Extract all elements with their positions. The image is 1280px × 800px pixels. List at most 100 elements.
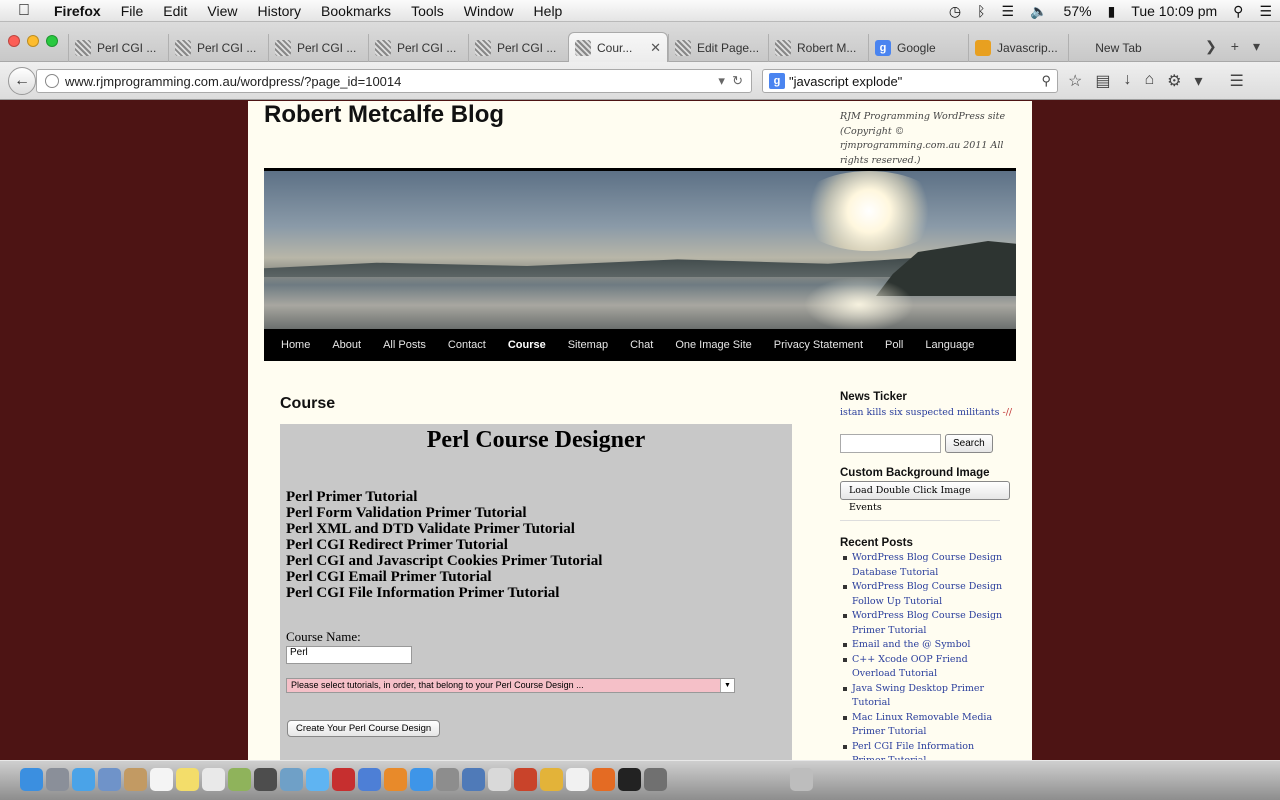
tab-robert-m[interactable]: Robert M... bbox=[768, 34, 868, 62]
bookmark-star-icon[interactable]: ☆ bbox=[1068, 71, 1082, 91]
new-tab-plus-icon[interactable]: + bbox=[1231, 38, 1239, 55]
messages-icon[interactable] bbox=[306, 768, 329, 791]
news-ticker[interactable]: istan kills six suspected militants -// bbox=[840, 407, 1012, 418]
trash-icon[interactable] bbox=[790, 768, 813, 791]
recent-post-link[interactable]: Perl CGI File Information Primer Tutoria… bbox=[840, 740, 1010, 760]
close-window-icon[interactable] bbox=[8, 35, 20, 47]
filezilla-icon[interactable] bbox=[514, 768, 537, 791]
nav-one-image-site[interactable]: One Image Site bbox=[675, 339, 751, 351]
clock[interactable]: Tue 10:09 pm bbox=[1131, 3, 1217, 19]
scroll-tabs-right-icon[interactable]: ❯ bbox=[1205, 38, 1217, 55]
recent-post-link[interactable]: C++ Xcode OOP Friend Overload Tutorial bbox=[840, 653, 1010, 682]
reload-icon[interactable]: ▾ ↻ bbox=[718, 73, 743, 89]
tab-javascript[interactable]: Javascrip... bbox=[968, 34, 1068, 62]
time-machine-icon[interactable]: ◷ bbox=[949, 3, 961, 20]
bookmarks-list-icon[interactable]: ▤ bbox=[1095, 71, 1110, 91]
tutorial-select[interactable]: Please select tutorials, in order, that … bbox=[286, 678, 735, 693]
recent-post-link[interactable]: Email and the @ Symbol bbox=[840, 638, 1010, 653]
addon-icon[interactable]: ⚙ bbox=[1167, 71, 1181, 91]
apple-icon[interactable]:  bbox=[18, 2, 40, 20]
recent-post-link[interactable]: Java Swing Desktop Primer Tutorial bbox=[840, 682, 1010, 711]
nav-all-posts[interactable]: All Posts bbox=[383, 339, 426, 351]
menu-edit[interactable]: Edit bbox=[163, 3, 187, 19]
search-icon[interactable]: ⚲ bbox=[1041, 73, 1051, 89]
url-bar[interactable]: www.rjmprogramming.com.au/wordpress/?pag… bbox=[36, 69, 752, 93]
search-text[interactable]: "javascript explode" bbox=[789, 74, 902, 89]
tab-perl-cgi-5[interactable]: Perl CGI ... bbox=[468, 34, 568, 62]
load-double-click-button[interactable]: Load Double Click Image Events bbox=[840, 481, 1010, 513]
chrome-icon[interactable] bbox=[540, 768, 563, 791]
nav-home[interactable]: Home bbox=[281, 339, 310, 351]
nav-about[interactable]: About bbox=[332, 339, 361, 351]
dropdown-arrow-icon[interactable]: ▼ bbox=[720, 679, 734, 692]
contacts-icon[interactable] bbox=[124, 768, 147, 791]
terminal-icon[interactable] bbox=[618, 768, 641, 791]
tab-edit-page[interactable]: Edit Page... bbox=[668, 34, 768, 62]
photos-icon[interactable] bbox=[228, 768, 251, 791]
hamburger-menu-icon[interactable]: ☰ bbox=[1230, 71, 1244, 91]
textwrangler-icon[interactable] bbox=[488, 768, 511, 791]
back-button[interactable]: ← bbox=[8, 67, 36, 95]
home-icon[interactable]: ⌂ bbox=[1144, 71, 1154, 91]
safari-icon[interactable] bbox=[72, 768, 95, 791]
system-preferences-icon[interactable] bbox=[436, 768, 459, 791]
addon-dropdown-icon[interactable]: ▾ bbox=[1194, 71, 1202, 91]
tab-course-active[interactable]: Cour... ✕ bbox=[568, 32, 668, 62]
menu-view[interactable]: View bbox=[207, 3, 237, 19]
menu-file[interactable]: File bbox=[121, 3, 144, 19]
recent-post-link[interactable]: WordPress Blog Course Design Follow Up T… bbox=[840, 580, 1010, 609]
menu-history[interactable]: History bbox=[257, 3, 301, 19]
zoom-window-icon[interactable] bbox=[46, 35, 58, 47]
battery-percent[interactable]: 57% bbox=[1064, 3, 1092, 19]
nav-sitemap[interactable]: Sitemap bbox=[568, 339, 608, 351]
facetime-icon[interactable] bbox=[254, 768, 277, 791]
menu-tools[interactable]: Tools bbox=[411, 3, 444, 19]
itunes-icon[interactable] bbox=[358, 768, 381, 791]
tab-perl-cgi-4[interactable]: Perl CGI ... bbox=[368, 34, 468, 62]
calendar-icon[interactable] bbox=[150, 768, 173, 791]
tab-perl-cgi-3[interactable]: Perl CGI ... bbox=[268, 34, 368, 62]
xcode-icon[interactable] bbox=[462, 768, 485, 791]
menu-help[interactable]: Help bbox=[534, 3, 563, 19]
menu-app-name[interactable]: Firefox bbox=[54, 3, 101, 19]
tab-new-tab[interactable]: New Tab bbox=[1068, 34, 1168, 62]
finder-icon[interactable] bbox=[20, 768, 43, 791]
document-icon[interactable] bbox=[566, 768, 589, 791]
reminders-icon[interactable] bbox=[202, 768, 225, 791]
close-tab-icon[interactable]: ✕ bbox=[650, 40, 661, 56]
notification-center-icon[interactable]: ☰ bbox=[1259, 3, 1272, 20]
wifi-icon[interactable]: ☰ bbox=[1002, 3, 1015, 20]
notes-icon[interactable] bbox=[176, 768, 199, 791]
spotlight-icon[interactable]: ⚲ bbox=[1233, 3, 1243, 20]
course-name-input[interactable]: Perl bbox=[286, 646, 412, 664]
bluetooth-icon[interactable]: ᛒ bbox=[977, 3, 985, 19]
menu-bookmarks[interactable]: Bookmarks bbox=[321, 3, 391, 19]
url-text[interactable]: www.rjmprogramming.com.au/wordpress/?pag… bbox=[65, 74, 401, 89]
search-bar[interactable]: g "javascript explode" ⚲ bbox=[762, 69, 1058, 93]
preview-icon[interactable] bbox=[280, 768, 303, 791]
nav-contact[interactable]: Contact bbox=[448, 339, 486, 351]
news-ticker-text[interactable]: istan kills six suspected militants bbox=[840, 407, 999, 418]
downloads-icon[interactable]: ↓ bbox=[1123, 71, 1131, 91]
menu-window[interactable]: Window bbox=[464, 3, 514, 19]
app-store-icon[interactable] bbox=[410, 768, 433, 791]
activity-monitor-icon[interactable] bbox=[644, 768, 667, 791]
firefox-icon[interactable] bbox=[592, 768, 615, 791]
sidebar-search-input[interactable] bbox=[840, 434, 941, 453]
nav-course[interactable]: Course bbox=[508, 339, 546, 351]
photo-booth-icon[interactable] bbox=[332, 768, 355, 791]
nav-poll[interactable]: Poll bbox=[885, 339, 903, 351]
google-search-engine-icon[interactable]: g bbox=[769, 73, 785, 89]
create-course-design-button[interactable]: Create Your Perl Course Design bbox=[287, 720, 441, 737]
ibooks-icon[interactable] bbox=[384, 768, 407, 791]
site-title[interactable]: Robert Metcalfe Blog bbox=[264, 101, 504, 129]
launchpad-icon[interactable] bbox=[46, 768, 69, 791]
recent-post-link[interactable]: Mac Linux Removable Media Primer Tutoria… bbox=[840, 711, 1010, 740]
minimize-window-icon[interactable] bbox=[27, 35, 39, 47]
tab-perl-cgi-1[interactable]: Perl CGI ... bbox=[68, 34, 168, 62]
nav-language[interactable]: Language bbox=[925, 339, 974, 351]
list-all-tabs-icon[interactable]: ▾ bbox=[1253, 38, 1260, 55]
sidebar-search-button[interactable]: Search bbox=[945, 434, 993, 453]
nav-privacy-statement[interactable]: Privacy Statement bbox=[774, 339, 863, 351]
battery-icon[interactable]: ▮ bbox=[1108, 3, 1116, 20]
